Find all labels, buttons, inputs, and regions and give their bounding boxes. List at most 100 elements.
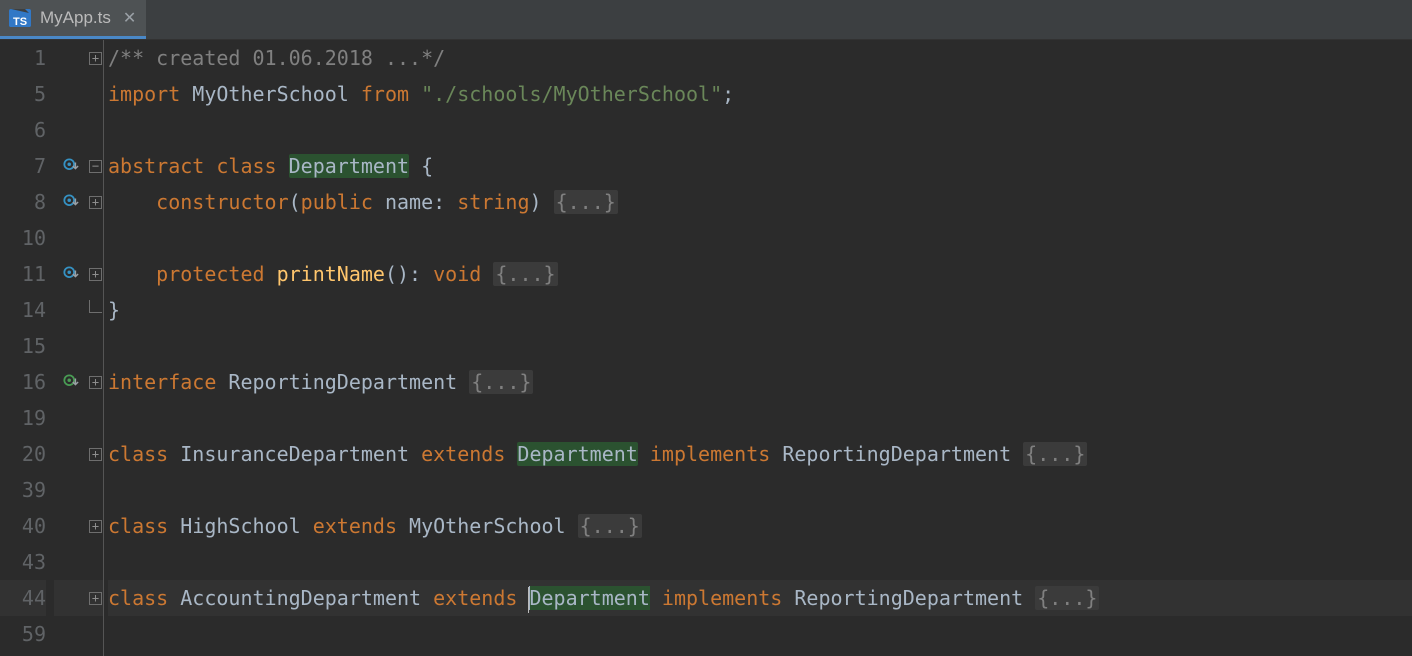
code-token: {...} [554, 190, 618, 214]
code-token: MyOtherSchool [192, 82, 361, 106]
line-number: 1 [0, 40, 46, 76]
code-token: } [108, 298, 120, 322]
line-number: 5 [0, 76, 46, 112]
fold-cell [88, 616, 103, 652]
fold-cell: + [88, 256, 103, 292]
code-token: class [108, 442, 180, 466]
code-line[interactable] [108, 220, 1412, 256]
implements-gutter-icon[interactable] [63, 374, 79, 390]
fold-cell [88, 76, 103, 112]
gutter-mark-cell [54, 148, 88, 184]
code-line[interactable]: class InsuranceDepartment extends Depart… [108, 436, 1412, 472]
fold-cell [88, 472, 103, 508]
code-line[interactable]: } [108, 292, 1412, 328]
code-token: Department [529, 586, 649, 610]
fold-cell [88, 292, 103, 328]
line-number: 43 [0, 544, 46, 580]
code-token: (): [385, 262, 433, 286]
fold-cell: + [88, 364, 103, 400]
code-token: from [361, 82, 421, 106]
code-line[interactable]: import MyOtherSchool from "./schools/MyO… [108, 76, 1412, 112]
typescript-file-icon: TS [8, 6, 32, 30]
code-token: {...} [469, 370, 533, 394]
code-token: public [301, 190, 385, 214]
gutter-mark-cell [54, 76, 88, 112]
fold-cell: + [88, 436, 103, 472]
gutter-mark-cell [54, 400, 88, 436]
gutter-mark-cell [54, 40, 88, 76]
code-line[interactable]: interface ReportingDepartment {...} [108, 364, 1412, 400]
code-line[interactable] [108, 616, 1412, 652]
fold-expand-icon[interactable]: + [89, 592, 102, 605]
code-area[interactable]: /** created 01.06.2018 ...*/ import MyOth… [104, 40, 1412, 656]
svg-text:TS: TS [13, 16, 27, 28]
gutter-marks-column [54, 40, 88, 656]
code-line[interactable] [108, 472, 1412, 508]
fold-collapse-icon[interactable]: − [89, 160, 102, 173]
code-line[interactable] [108, 328, 1412, 364]
code-line[interactable]: class AccountingDepartment extends Depar… [108, 580, 1412, 616]
close-tab-icon[interactable]: ✕ [119, 8, 136, 28]
code-token: constructor [156, 190, 288, 214]
line-number: 15 [0, 328, 46, 364]
override-gutter-icon[interactable] [63, 158, 79, 174]
gutter-mark-cell [54, 256, 88, 292]
gutter-mark-cell [54, 220, 88, 256]
code-token: ReportingDepartment [782, 442, 1023, 466]
code-token: ReportingDepartment [228, 370, 469, 394]
fold-expand-icon[interactable]: + [89, 520, 102, 533]
code-line[interactable]: constructor(public name: string) {...} [108, 184, 1412, 220]
override-gutter-icon[interactable] [63, 266, 79, 282]
fold-expand-icon[interactable]: + [89, 448, 102, 461]
gutter-mark-cell [54, 436, 88, 472]
code-line[interactable]: class HighSchool extends MyOtherSchool {… [108, 508, 1412, 544]
fold-cell [88, 544, 103, 580]
line-number: 59 [0, 616, 46, 652]
code-token: extends [313, 514, 409, 538]
fold-column: + − + + + + + + [88, 40, 104, 656]
code-token: /** created 01.06.2018 ...*/ [108, 46, 445, 70]
code-token: extends [421, 442, 517, 466]
code-line[interactable]: protected printName(): void {...} [108, 256, 1412, 292]
line-number: 11 [0, 256, 46, 292]
code-token: InsuranceDepartment [180, 442, 421, 466]
code-token: {...} [493, 262, 557, 286]
code-line[interactable]: abstract class Department { [108, 148, 1412, 184]
gutter-mark-cell [54, 328, 88, 364]
line-number: 14 [0, 292, 46, 328]
gutter-mark-cell [54, 292, 88, 328]
tab-myapp[interactable]: TS MyApp.ts ✕ [0, 0, 146, 39]
code-line[interactable] [108, 544, 1412, 580]
code-token: Department [517, 442, 637, 466]
code-line[interactable]: /** created 01.06.2018 ...*/ [108, 40, 1412, 76]
fold-expand-icon[interactable]: + [89, 376, 102, 389]
override-gutter-icon[interactable] [63, 194, 79, 210]
code-token: { [409, 154, 433, 178]
code-line[interactable] [108, 400, 1412, 436]
gutter-mark-cell [54, 544, 88, 580]
line-number: 7 [0, 148, 46, 184]
code-token: AccountingDepartment [180, 586, 433, 610]
code-token: string [457, 190, 529, 214]
line-number: 8 [0, 184, 46, 220]
line-number: 19 [0, 400, 46, 436]
code-line[interactable] [108, 112, 1412, 148]
code-token: implements [638, 442, 783, 466]
line-number: 6 [0, 112, 46, 148]
line-number: 20 [0, 436, 46, 472]
code-token: name [385, 190, 433, 214]
code-token: ( [289, 190, 301, 214]
fold-expand-icon[interactable]: + [89, 268, 102, 281]
line-number: 39 [0, 472, 46, 508]
code-token: {...} [1023, 442, 1087, 466]
code-token: abstract class [108, 154, 289, 178]
line-number: 44 [0, 580, 46, 616]
gutter-mark-cell [54, 508, 88, 544]
fold-cell [88, 328, 103, 364]
code-token: {...} [1035, 586, 1099, 610]
fold-cell: + [88, 184, 103, 220]
code-token: ) [529, 190, 553, 214]
fold-expand-icon[interactable]: + [89, 196, 102, 209]
fold-expand-icon[interactable]: + [89, 52, 102, 65]
code-editor[interactable]: 15678101114151619203940434459 +−++++++ /… [0, 40, 1412, 656]
